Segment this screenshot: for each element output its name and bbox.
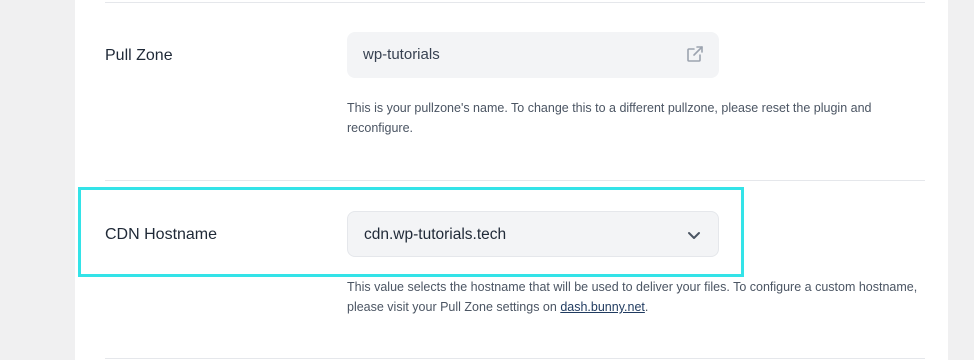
pull-zone-help: This is your pullzone's name. To change … xyxy=(347,101,872,135)
divider xyxy=(105,2,925,3)
highlight-box xyxy=(78,187,744,277)
settings-panel: Pull Zone wp-tutorials This is your pull… xyxy=(75,0,948,360)
dash-bunny-link[interactable]: dash.bunny.net xyxy=(560,300,645,314)
pull-zone-value: wp-tutorials xyxy=(363,46,440,63)
cdn-hostname-help: This value selects the hostname that wil… xyxy=(347,277,927,317)
pull-zone-field[interactable]: wp-tutorials xyxy=(347,32,719,78)
pull-zone-label: Pull Zone xyxy=(105,47,173,64)
cdn-hostname-help-end: . xyxy=(644,300,649,314)
divider xyxy=(105,358,925,359)
divider xyxy=(105,180,925,181)
external-link-icon[interactable] xyxy=(685,44,705,64)
